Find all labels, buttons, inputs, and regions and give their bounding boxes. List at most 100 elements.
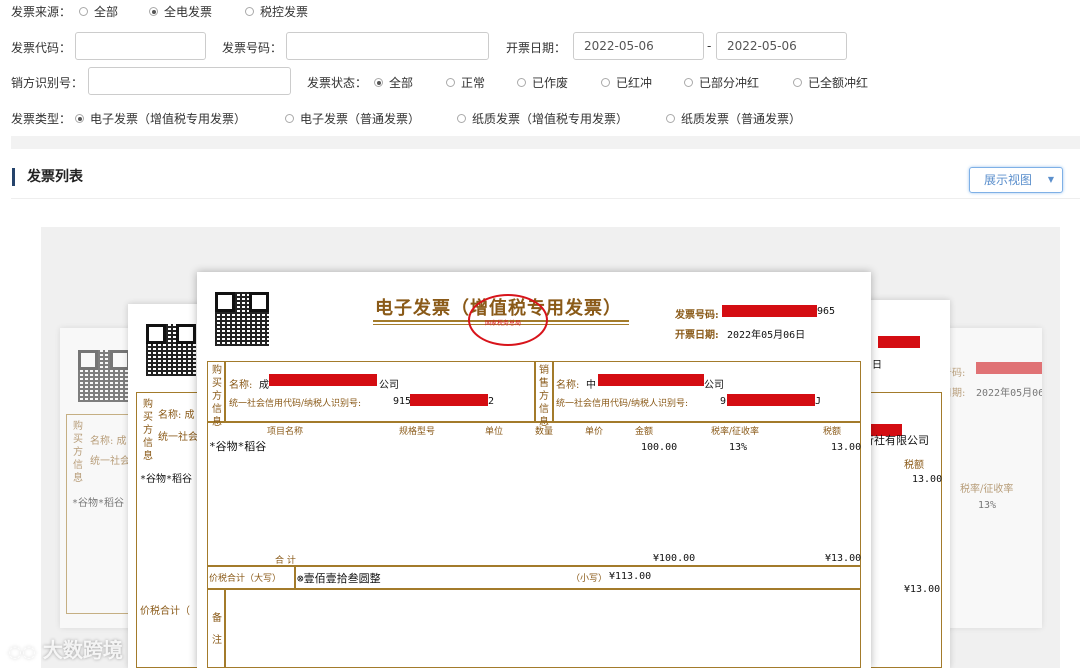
buyer-side-label: 购买方信息: [143, 399, 153, 462]
qr-code-icon: [215, 292, 269, 346]
seller-side-label: 销售方信息: [539, 365, 549, 428]
seller-id-input[interactable]: [88, 67, 291, 95]
col-unit: 单位: [485, 427, 504, 437]
seller-col-divider: [552, 361, 554, 421]
source-radio-quandian[interactable]: 全电发票: [149, 3, 212, 20]
item-name: *谷物*稻谷: [209, 440, 267, 453]
radio-checked-icon: [75, 114, 84, 123]
radio-circle-icon: [245, 7, 254, 16]
invoice-code-label: 发票代码：: [11, 41, 72, 55]
item-name: *谷物*稻谷: [140, 474, 193, 485]
status-radio-red-flushed[interactable]: 已红冲: [601, 74, 652, 91]
radio-checked-icon: [374, 78, 383, 87]
radio-circle-icon: [666, 114, 675, 123]
total-tax: ¥13.00: [825, 553, 862, 564]
type-radio-e-normal[interactable]: 电子发票（普通发票）: [285, 110, 420, 127]
grand-total-upper: ⊗壹佰壹拾叁圆整: [297, 572, 381, 585]
total-amount: ¥100.00: [653, 553, 696, 564]
display-view-dropdown[interactable]: 展示视图 ▼: [969, 167, 1063, 193]
buyer-name-prefix: 成: [259, 380, 269, 391]
grand-col-divider: [294, 565, 296, 588]
qr-code-icon: [146, 324, 196, 376]
buyer-side-label: 购买方信息: [73, 421, 83, 484]
list-header-divider: [11, 198, 1080, 199]
grand-total-label: 价税合计（: [140, 606, 190, 617]
type-radio-paper-special[interactable]: 纸质发票（增值税专用发票）: [457, 110, 628, 127]
type-radio-e-special[interactable]: 电子发票（增值税专用发票）: [75, 110, 246, 127]
radio-circle-icon: [79, 7, 88, 16]
tax-header: 税额: [904, 460, 924, 471]
seller-id-prefix: 9: [720, 396, 727, 407]
status-radio-partial-red[interactable]: 已部分冲红: [684, 74, 759, 91]
redaction-bar: [976, 362, 1042, 374]
item-rate: 13%: [978, 500, 997, 511]
source-label: 发票来源：: [11, 5, 72, 19]
issue-date-label: 开票日期:: [675, 330, 719, 341]
redaction-bar: [410, 394, 488, 406]
item-rate: 13%: [729, 442, 748, 453]
invoice-code-input[interactable]: [75, 32, 206, 60]
remark-divider: [207, 588, 861, 590]
buyer-col-divider: [224, 361, 226, 421]
date-fragment: 日: [872, 360, 882, 371]
radio-circle-icon: [684, 78, 693, 87]
col-item-name: 项目名称: [267, 427, 304, 437]
redaction-bar: [598, 374, 704, 386]
item-name: *谷物*稻谷: [72, 498, 125, 509]
item-tax: 13.00: [831, 442, 862, 453]
buyer-name-label: 名称: 成: [158, 410, 195, 421]
invoice-number-label: 发票号码：: [222, 41, 283, 55]
qr-code-icon: [78, 350, 130, 402]
buyer-id-label: 统一社会: [90, 456, 130, 467]
radio-checked-icon: [149, 7, 158, 16]
seller-id-label: 统一社会信用代码/纳税人识别号:: [556, 399, 689, 409]
status-radio-normal[interactable]: 正常: [446, 74, 485, 91]
issue-date-label: 开票日期：: [506, 41, 567, 55]
issue-date-end-input[interactable]: 2022-05-06: [716, 32, 847, 60]
invoice-no-label: 发票号码:: [675, 310, 719, 321]
col-amount: 金额: [635, 427, 654, 437]
party-divider: [207, 421, 861, 423]
radio-circle-icon: [601, 78, 610, 87]
grand-total-small: ¥113.00: [609, 571, 652, 582]
type-label: 发票类型：: [11, 112, 72, 126]
radio-circle-icon: [285, 114, 294, 123]
buyer-id-label: 统一社会: [158, 432, 198, 443]
status-radio-full-red[interactable]: 已全额冲红: [793, 74, 868, 91]
col-spec: 规格型号: [399, 427, 436, 437]
source-radio-shuikong[interactable]: 税控发票: [245, 3, 308, 20]
buyer-id-suffix: 2: [488, 396, 495, 407]
invoice-number-input[interactable]: [286, 32, 489, 60]
item-tax: 13.00: [912, 474, 943, 485]
caret-down-icon: ▼: [1047, 175, 1054, 184]
date-range-separator: -: [707, 39, 712, 53]
buyer-side-label: 购买方信息: [212, 365, 222, 428]
invoice-card-right[interactable]: 日 銀行社有限公司 税额 13.00 ¥13.00: [858, 300, 950, 668]
invoice-no-suffix: 965: [817, 306, 836, 317]
buyer-name-suffix: 公司: [379, 380, 399, 391]
buyer-id-prefix: 915: [393, 396, 412, 407]
remark-col-divider: [224, 588, 226, 668]
buyer-name-label: 名称:: [229, 380, 253, 391]
grand-small-label: （小写）: [571, 574, 608, 584]
item-amount: 100.00: [641, 442, 678, 453]
remark-label: 备注: [212, 613, 222, 646]
filter-divider: [11, 136, 1080, 149]
issue-date-start-input[interactable]: 2022-05-06: [573, 32, 704, 60]
status-radio-all[interactable]: 全部: [374, 74, 413, 91]
invoice-card-main[interactable]: 电子发票（增值税专用发票） 国家税务总局 发票号码: 965 开票日期: 202…: [197, 272, 871, 668]
total-tax: ¥13.00: [904, 584, 941, 595]
buyer-name-label: 名称: 成: [90, 436, 127, 447]
redaction-bar: [727, 394, 815, 406]
type-radio-paper-normal[interactable]: 纸质发票（普通发票）: [666, 110, 801, 127]
source-radio-all[interactable]: 全部: [79, 3, 118, 20]
radio-circle-icon: [517, 78, 526, 87]
issue-date: 2022年05月06: [976, 388, 1042, 399]
redaction-bar: [722, 305, 817, 317]
col-price: 单价: [585, 427, 604, 437]
status-radio-voided[interactable]: 已作废: [517, 74, 568, 91]
seller-id-label: 销方识别号：: [11, 76, 84, 90]
col-qty: 数量: [535, 427, 554, 437]
total-divider: [207, 565, 861, 567]
rate-header: 税率/征收率: [960, 484, 1014, 495]
